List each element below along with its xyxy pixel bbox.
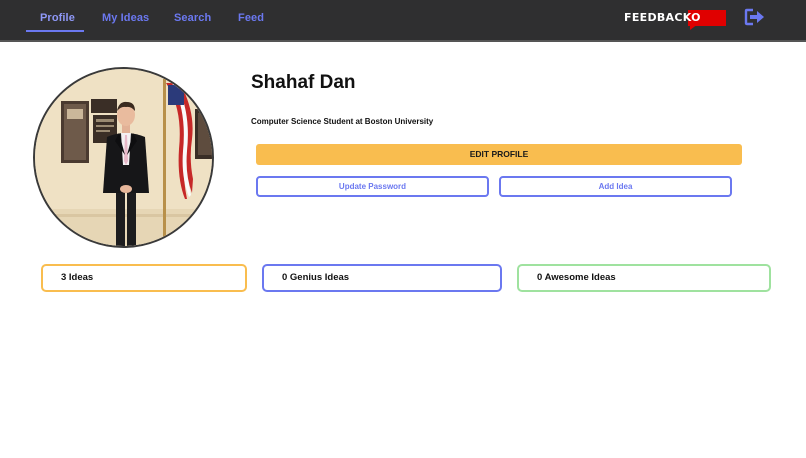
nav-tab-my-ideas[interactable]: My Ideas xyxy=(102,12,149,24)
awesome-ideas-count-card[interactable]: 0 Awesome Ideas xyxy=(517,264,771,292)
profile-bio: Computer Science Student at Boston Unive… xyxy=(251,117,434,126)
add-idea-button[interactable]: Add Idea xyxy=(499,176,732,197)
profile-name: Shahaf Dan xyxy=(251,72,356,93)
nav-tab-search[interactable]: Search xyxy=(174,12,211,24)
edit-profile-button[interactable]: EDIT PROFILE xyxy=(256,144,742,165)
profile-photo-illustration xyxy=(35,69,212,246)
nav-tab-profile[interactable]: Profile xyxy=(40,12,75,24)
brand-logo[interactable]: FEEDBACKO xyxy=(622,8,730,30)
update-password-button[interactable]: Update Password xyxy=(256,176,489,197)
brand-speech-bubble-tail xyxy=(690,24,698,30)
logout-icon xyxy=(744,8,764,26)
active-tab-underline xyxy=(26,30,84,32)
logout-button[interactable] xyxy=(744,8,766,26)
nav-tab-feed[interactable]: Feed xyxy=(238,12,264,24)
ideas-count-card[interactable]: 3 Ideas xyxy=(41,264,247,292)
genius-ideas-count-card[interactable]: 0 Genius Ideas xyxy=(262,264,502,292)
profile-photo[interactable] xyxy=(33,67,214,248)
top-nav-bar: Profile My Ideas Search Feed FEEDBACKO xyxy=(0,0,806,42)
brand-name: FEEDBACKO xyxy=(624,11,701,24)
